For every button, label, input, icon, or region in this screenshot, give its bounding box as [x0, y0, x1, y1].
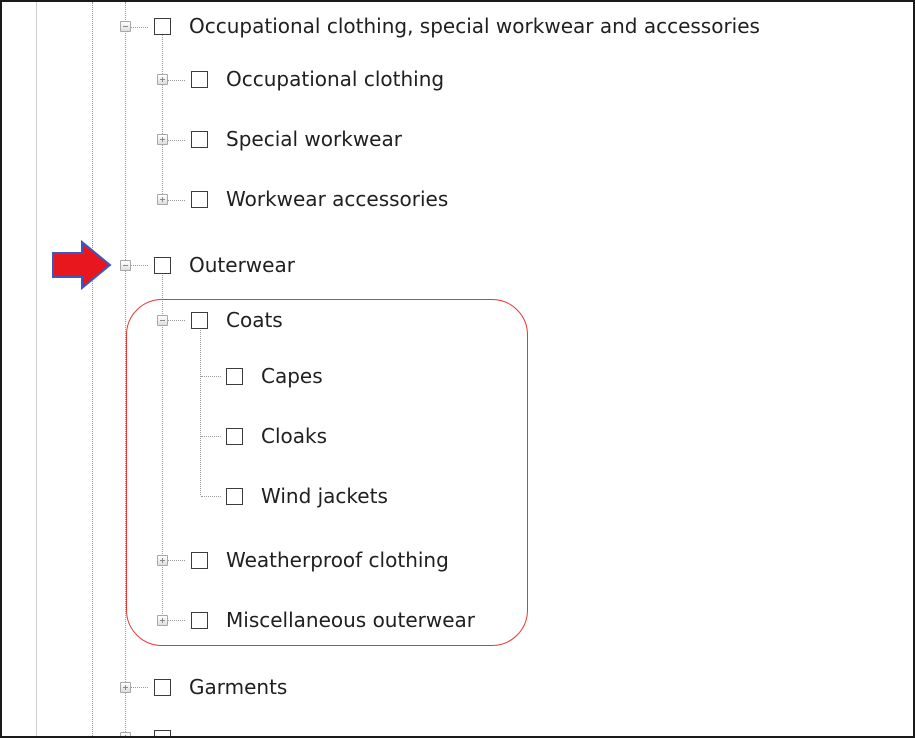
- tree-connector: [92, 2, 93, 736]
- tree-connector: [130, 687, 148, 688]
- panel-left-edge: [36, 2, 37, 736]
- node-label: Garments: [189, 675, 288, 699]
- tree-view-panel: Occupational clothing, special workwear …: [0, 0, 915, 738]
- node-label: Outerwear: [189, 253, 295, 277]
- node-checkbox[interactable]: [154, 257, 171, 274]
- tree-connector: [167, 200, 185, 201]
- node-label: Special workwear: [226, 127, 402, 151]
- collapse-icon[interactable]: [120, 260, 131, 271]
- expand-icon[interactable]: [120, 732, 131, 736]
- tree-connector: [162, 30, 163, 200]
- expand-icon[interactable]: [157, 194, 168, 205]
- node-label: Occupational clothing: [226, 67, 445, 91]
- node-checkbox[interactable]: [154, 730, 171, 736]
- collapse-icon[interactable]: [120, 21, 131, 32]
- expand-icon[interactable]: [157, 134, 168, 145]
- node-label: Occupational clothing, special workwear …: [189, 14, 760, 38]
- red-arrow-icon: [52, 240, 112, 290]
- node-checkbox[interactable]: [191, 131, 208, 148]
- node-label: Workwear accessories: [226, 187, 449, 211]
- node-checkbox[interactable]: [154, 679, 171, 696]
- highlight-outline: [126, 299, 528, 646]
- node-checkbox[interactable]: [191, 191, 208, 208]
- node-checkbox[interactable]: [191, 71, 208, 88]
- arrow-shape: [52, 240, 112, 290]
- node-checkbox[interactable]: [154, 18, 171, 35]
- expand-icon[interactable]: [120, 682, 131, 693]
- expand-icon[interactable]: [157, 74, 168, 85]
- tree-connector: [167, 80, 185, 81]
- tree-connector: [130, 27, 148, 28]
- tree-connector: [130, 265, 148, 266]
- tree-connector: [167, 140, 185, 141]
